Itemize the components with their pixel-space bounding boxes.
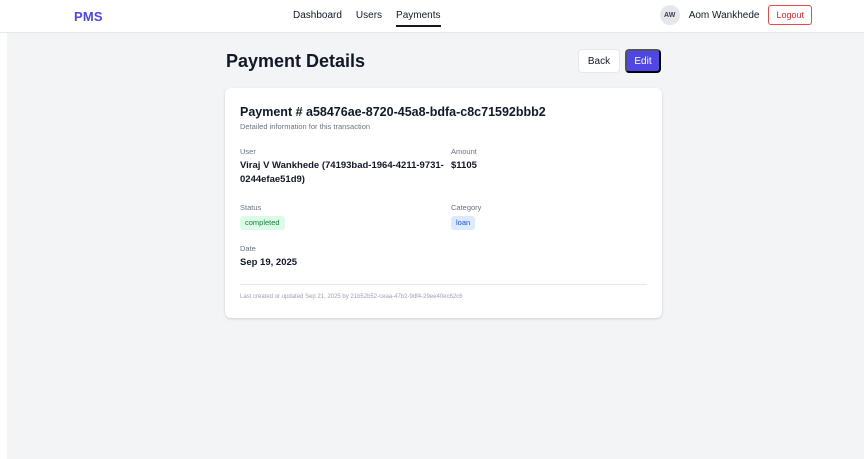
- main-content: Payment Details Back Edit Payment # a584…: [7, 33, 864, 459]
- amount-label: Amount: [451, 147, 477, 156]
- edit-button[interactable]: Edit: [625, 49, 661, 73]
- payment-details-card: Payment # a58476ae-8720-45a8-bdfa-c8c715…: [225, 88, 662, 318]
- main-nav: Dashboard Users Payments: [293, 9, 441, 27]
- status-field: Status completed: [240, 203, 285, 230]
- avatar: AW: [659, 5, 680, 25]
- date-field: Date Sep 19, 2025: [240, 244, 297, 270]
- nav-link-dashboard[interactable]: Dashboard: [293, 9, 342, 27]
- user-menu: AW Aom Wankhede Logout: [659, 5, 812, 25]
- user-value: Viraj V Wankhede (74193bad-1964-4211-973…: [240, 160, 444, 185]
- card-divider: [240, 284, 647, 285]
- nav-link-users[interactable]: Users: [356, 9, 382, 27]
- back-button[interactable]: Back: [578, 49, 620, 73]
- category-badge: loan: [451, 216, 476, 230]
- category-field: Category loan: [451, 203, 481, 230]
- audit-footer: Last created or updated Sep 21, 2025 by …: [240, 294, 463, 300]
- top-navbar: PMS Dashboard Users Payments AW Aom Wank…: [0, 0, 864, 33]
- payment-subtitle: Detailed information for this transactio…: [240, 122, 371, 131]
- date-value: Sep 19, 2025: [240, 257, 298, 268]
- status-label: Status: [240, 203, 262, 212]
- user-label: User: [240, 147, 256, 156]
- date-label: Date: [240, 244, 256, 253]
- payment-title: Payment # a58476ae-8720-45a8-bdfa-c8c715…: [240, 105, 546, 119]
- amount-value: $1105: [451, 160, 477, 171]
- amount-field: Amount $1105: [451, 147, 641, 173]
- category-label: Category: [451, 203, 482, 212]
- user-name: Aom Wankhede: [688, 9, 760, 21]
- logout-button[interactable]: Logout: [768, 5, 812, 25]
- status-badge: completed: [240, 216, 285, 230]
- nav-link-payments[interactable]: Payments: [396, 9, 441, 27]
- brand-logo[interactable]: PMS: [74, 9, 103, 24]
- user-field: User Viraj V Wankhede (74193bad-1964-421…: [240, 147, 445, 187]
- page-title: Payment Details: [226, 51, 366, 71]
